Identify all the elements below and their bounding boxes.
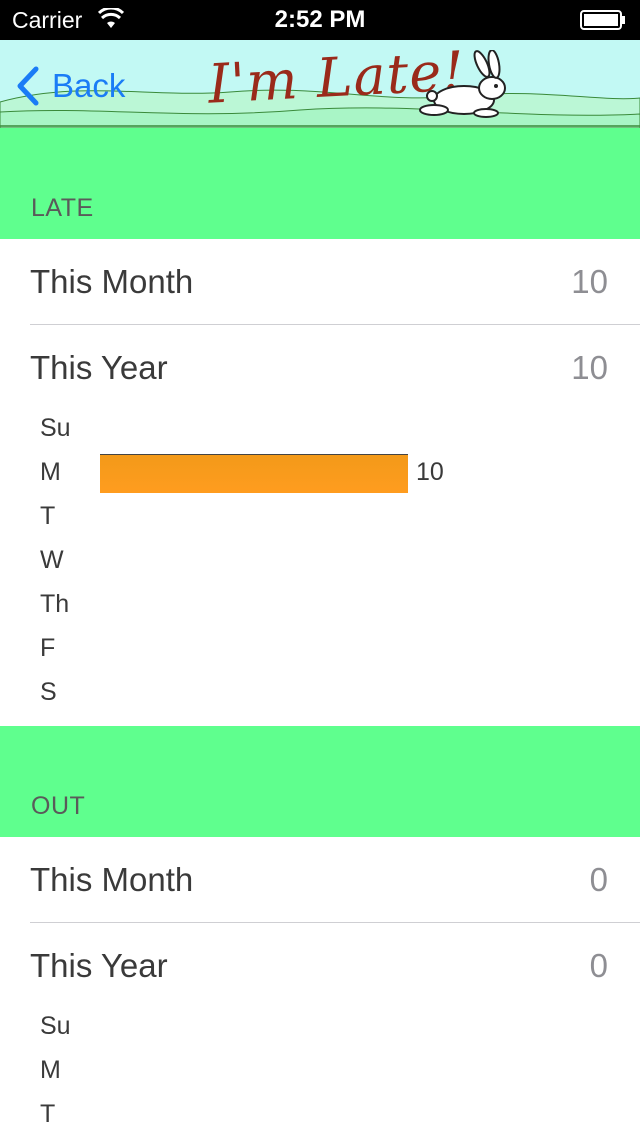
- row-value: 0: [589, 861, 608, 898]
- weekday-row: T: [0, 494, 640, 538]
- weekday-label: W: [40, 546, 64, 574]
- back-label: Back: [52, 67, 126, 104]
- row-label: This Month: [30, 263, 194, 300]
- weekday-row: M: [0, 1048, 640, 1092]
- weekday-row: M 10: [0, 450, 640, 494]
- weekday-row: S: [0, 670, 640, 714]
- row-value: 10: [571, 349, 608, 386]
- late-this-month-row[interactable]: This Month 10: [0, 239, 640, 325]
- weekday-bar: [100, 454, 408, 493]
- back-button[interactable]: Back: [14, 64, 125, 108]
- weekday-label: Th: [40, 590, 70, 618]
- out-this-year-row[interactable]: This Year 0: [0, 923, 640, 1009]
- row-value: 0: [589, 947, 608, 984]
- weekday-row: Su: [0, 406, 640, 450]
- late-this-year-row[interactable]: This Year 10: [0, 325, 640, 411]
- section-header-out: OUT: [0, 726, 640, 837]
- row-value: 10: [571, 263, 608, 300]
- out-this-month-row[interactable]: This Month 0: [0, 837, 640, 923]
- weekday-row: F: [0, 626, 640, 670]
- status-time: 2:52 PM: [274, 6, 366, 33]
- section-header-label: OUT: [31, 792, 86, 820]
- navigation-bar: Back I'm Late!: [0, 40, 640, 128]
- chevron-left-icon: [17, 66, 39, 106]
- weekday-label: Su: [40, 414, 71, 442]
- late-weekday-chart: Su M 10 T W Th F S: [0, 406, 640, 726]
- row-label: This Year: [30, 947, 168, 984]
- status-bar: Carrier 2:52 PM: [0, 0, 640, 40]
- weekday-label: T: [40, 1100, 56, 1128]
- weekday-row: W: [0, 538, 640, 582]
- weekday-label: M: [40, 1056, 61, 1084]
- rabbit-illustration: [419, 50, 506, 118]
- weekday-label: M: [40, 458, 61, 486]
- weekday-count: 10: [416, 458, 444, 486]
- weekday-row: T: [0, 1092, 640, 1136]
- weekday-label: F: [40, 634, 56, 662]
- weekday-row: Su: [0, 1004, 640, 1048]
- row-label: This Month: [30, 861, 194, 898]
- weekday-label: S: [40, 678, 57, 706]
- weekday-row: Th: [0, 582, 640, 626]
- section-header-late: LATE: [0, 128, 640, 239]
- weekday-label: Su: [40, 1012, 71, 1040]
- weekday-label: T: [40, 502, 56, 530]
- section-header-label: LATE: [31, 194, 94, 222]
- out-weekday-chart: Su M T: [0, 1004, 640, 1136]
- row-label: This Year: [30, 349, 168, 386]
- battery-icon: [580, 10, 625, 30]
